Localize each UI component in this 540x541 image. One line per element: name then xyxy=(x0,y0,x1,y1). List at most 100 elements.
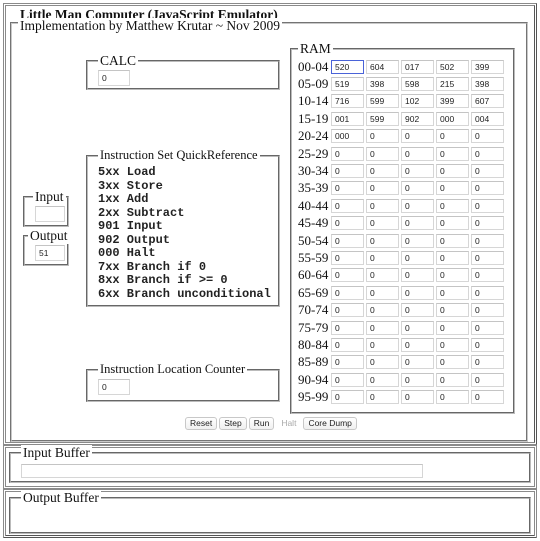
ram-cell[interactable] xyxy=(331,198,364,213)
ram-cell[interactable] xyxy=(331,355,364,370)
ram-cell[interactable] xyxy=(366,111,399,126)
ram-cell[interactable] xyxy=(471,146,504,161)
ram-cell[interactable] xyxy=(436,233,469,248)
ram-cell[interactable] xyxy=(401,372,434,387)
ram-cell[interactable] xyxy=(471,216,504,231)
ram-cell[interactable] xyxy=(401,320,434,335)
ram-cell[interactable] xyxy=(471,372,504,387)
ram-cell[interactable] xyxy=(401,285,434,300)
ram-cell[interactable] xyxy=(436,146,469,161)
ram-cell[interactable] xyxy=(366,216,399,231)
ram-cell[interactable] xyxy=(436,216,469,231)
ram-cell[interactable] xyxy=(331,390,364,405)
ram-cell[interactable] xyxy=(436,59,469,74)
ram-cell[interactable] xyxy=(331,76,364,91)
ram-cell[interactable] xyxy=(436,320,469,335)
ram-cell[interactable] xyxy=(471,76,504,91)
ram-cell[interactable] xyxy=(331,181,364,196)
ram-cell[interactable] xyxy=(471,285,504,300)
ram-cell[interactable] xyxy=(471,129,504,144)
ram-cell[interactable] xyxy=(436,76,469,91)
output-field[interactable] xyxy=(35,245,65,261)
ram-cell[interactable] xyxy=(471,337,504,352)
ram-cell[interactable] xyxy=(366,129,399,144)
run-button[interactable]: Run xyxy=(248,417,275,430)
ram-cell[interactable] xyxy=(331,94,364,109)
ram-cell[interactable] xyxy=(471,198,504,213)
ram-cell[interactable] xyxy=(366,94,399,109)
ram-cell[interactable] xyxy=(471,233,504,248)
ram-cell[interactable] xyxy=(436,303,469,318)
ram-cell[interactable] xyxy=(401,181,434,196)
ram-cell[interactable] xyxy=(471,94,504,109)
ram-cell[interactable] xyxy=(366,233,399,248)
ram-cell[interactable] xyxy=(471,320,504,335)
step-button[interactable]: Step xyxy=(219,417,247,430)
ram-cell[interactable] xyxy=(436,198,469,213)
ram-cell[interactable] xyxy=(401,59,434,74)
ram-cell[interactable] xyxy=(436,250,469,265)
ram-cell[interactable] xyxy=(366,320,399,335)
ram-cell[interactable] xyxy=(331,285,364,300)
ram-cell[interactable] xyxy=(471,163,504,178)
ram-cell[interactable] xyxy=(436,181,469,196)
ram-cell[interactable] xyxy=(366,76,399,91)
ram-cell[interactable] xyxy=(366,268,399,283)
ram-cell[interactable] xyxy=(366,59,399,74)
ram-cell[interactable] xyxy=(401,355,434,370)
input-field[interactable] xyxy=(35,206,65,222)
ram-cell[interactable] xyxy=(436,285,469,300)
ram-cell[interactable] xyxy=(471,303,504,318)
ram-cell[interactable] xyxy=(366,355,399,370)
calc-field[interactable] xyxy=(98,70,130,86)
ram-cell[interactable] xyxy=(401,250,434,265)
ram-cell[interactable] xyxy=(436,390,469,405)
ram-cell[interactable] xyxy=(436,111,469,126)
ram-cell[interactable] xyxy=(366,250,399,265)
ram-cell[interactable] xyxy=(471,268,504,283)
ram-cell[interactable] xyxy=(471,390,504,405)
ram-cell[interactable] xyxy=(436,337,469,352)
ram-cell[interactable] xyxy=(366,285,399,300)
ram-cell[interactable] xyxy=(331,372,364,387)
ram-cell[interactable] xyxy=(331,163,364,178)
ram-cell[interactable] xyxy=(331,59,364,74)
ram-cell[interactable] xyxy=(401,163,434,178)
ram-cell[interactable] xyxy=(471,59,504,74)
ram-cell[interactable] xyxy=(331,250,364,265)
ram-cell[interactable] xyxy=(401,94,434,109)
ilc-field[interactable] xyxy=(98,379,130,395)
ram-cell[interactable] xyxy=(366,390,399,405)
ram-cell[interactable] xyxy=(331,216,364,231)
ram-cell[interactable] xyxy=(331,146,364,161)
ram-cell[interactable] xyxy=(471,181,504,196)
ram-cell[interactable] xyxy=(436,268,469,283)
ram-cell[interactable] xyxy=(436,355,469,370)
ram-cell[interactable] xyxy=(331,268,364,283)
ram-cell[interactable] xyxy=(436,129,469,144)
ram-cell[interactable] xyxy=(436,163,469,178)
ram-cell[interactable] xyxy=(331,233,364,248)
reset-button[interactable]: Reset xyxy=(185,417,218,430)
ram-cell[interactable] xyxy=(401,303,434,318)
ram-cell[interactable] xyxy=(366,198,399,213)
ram-cell[interactable] xyxy=(471,111,504,126)
ram-cell[interactable] xyxy=(471,355,504,370)
ram-cell[interactable] xyxy=(366,181,399,196)
ram-cell[interactable] xyxy=(401,337,434,352)
ram-cell[interactable] xyxy=(401,146,434,161)
ram-cell[interactable] xyxy=(401,129,434,144)
ram-cell[interactable] xyxy=(366,163,399,178)
ram-cell[interactable] xyxy=(436,372,469,387)
ram-cell[interactable] xyxy=(366,303,399,318)
ram-cell[interactable] xyxy=(366,337,399,352)
ram-cell[interactable] xyxy=(401,233,434,248)
ram-cell[interactable] xyxy=(436,94,469,109)
input-buffer-field[interactable] xyxy=(21,464,423,478)
ram-cell[interactable] xyxy=(401,198,434,213)
ram-cell[interactable] xyxy=(401,390,434,405)
ram-cell[interactable] xyxy=(366,146,399,161)
ram-cell[interactable] xyxy=(401,216,434,231)
ram-cell[interactable] xyxy=(366,372,399,387)
ram-cell[interactable] xyxy=(331,111,364,126)
